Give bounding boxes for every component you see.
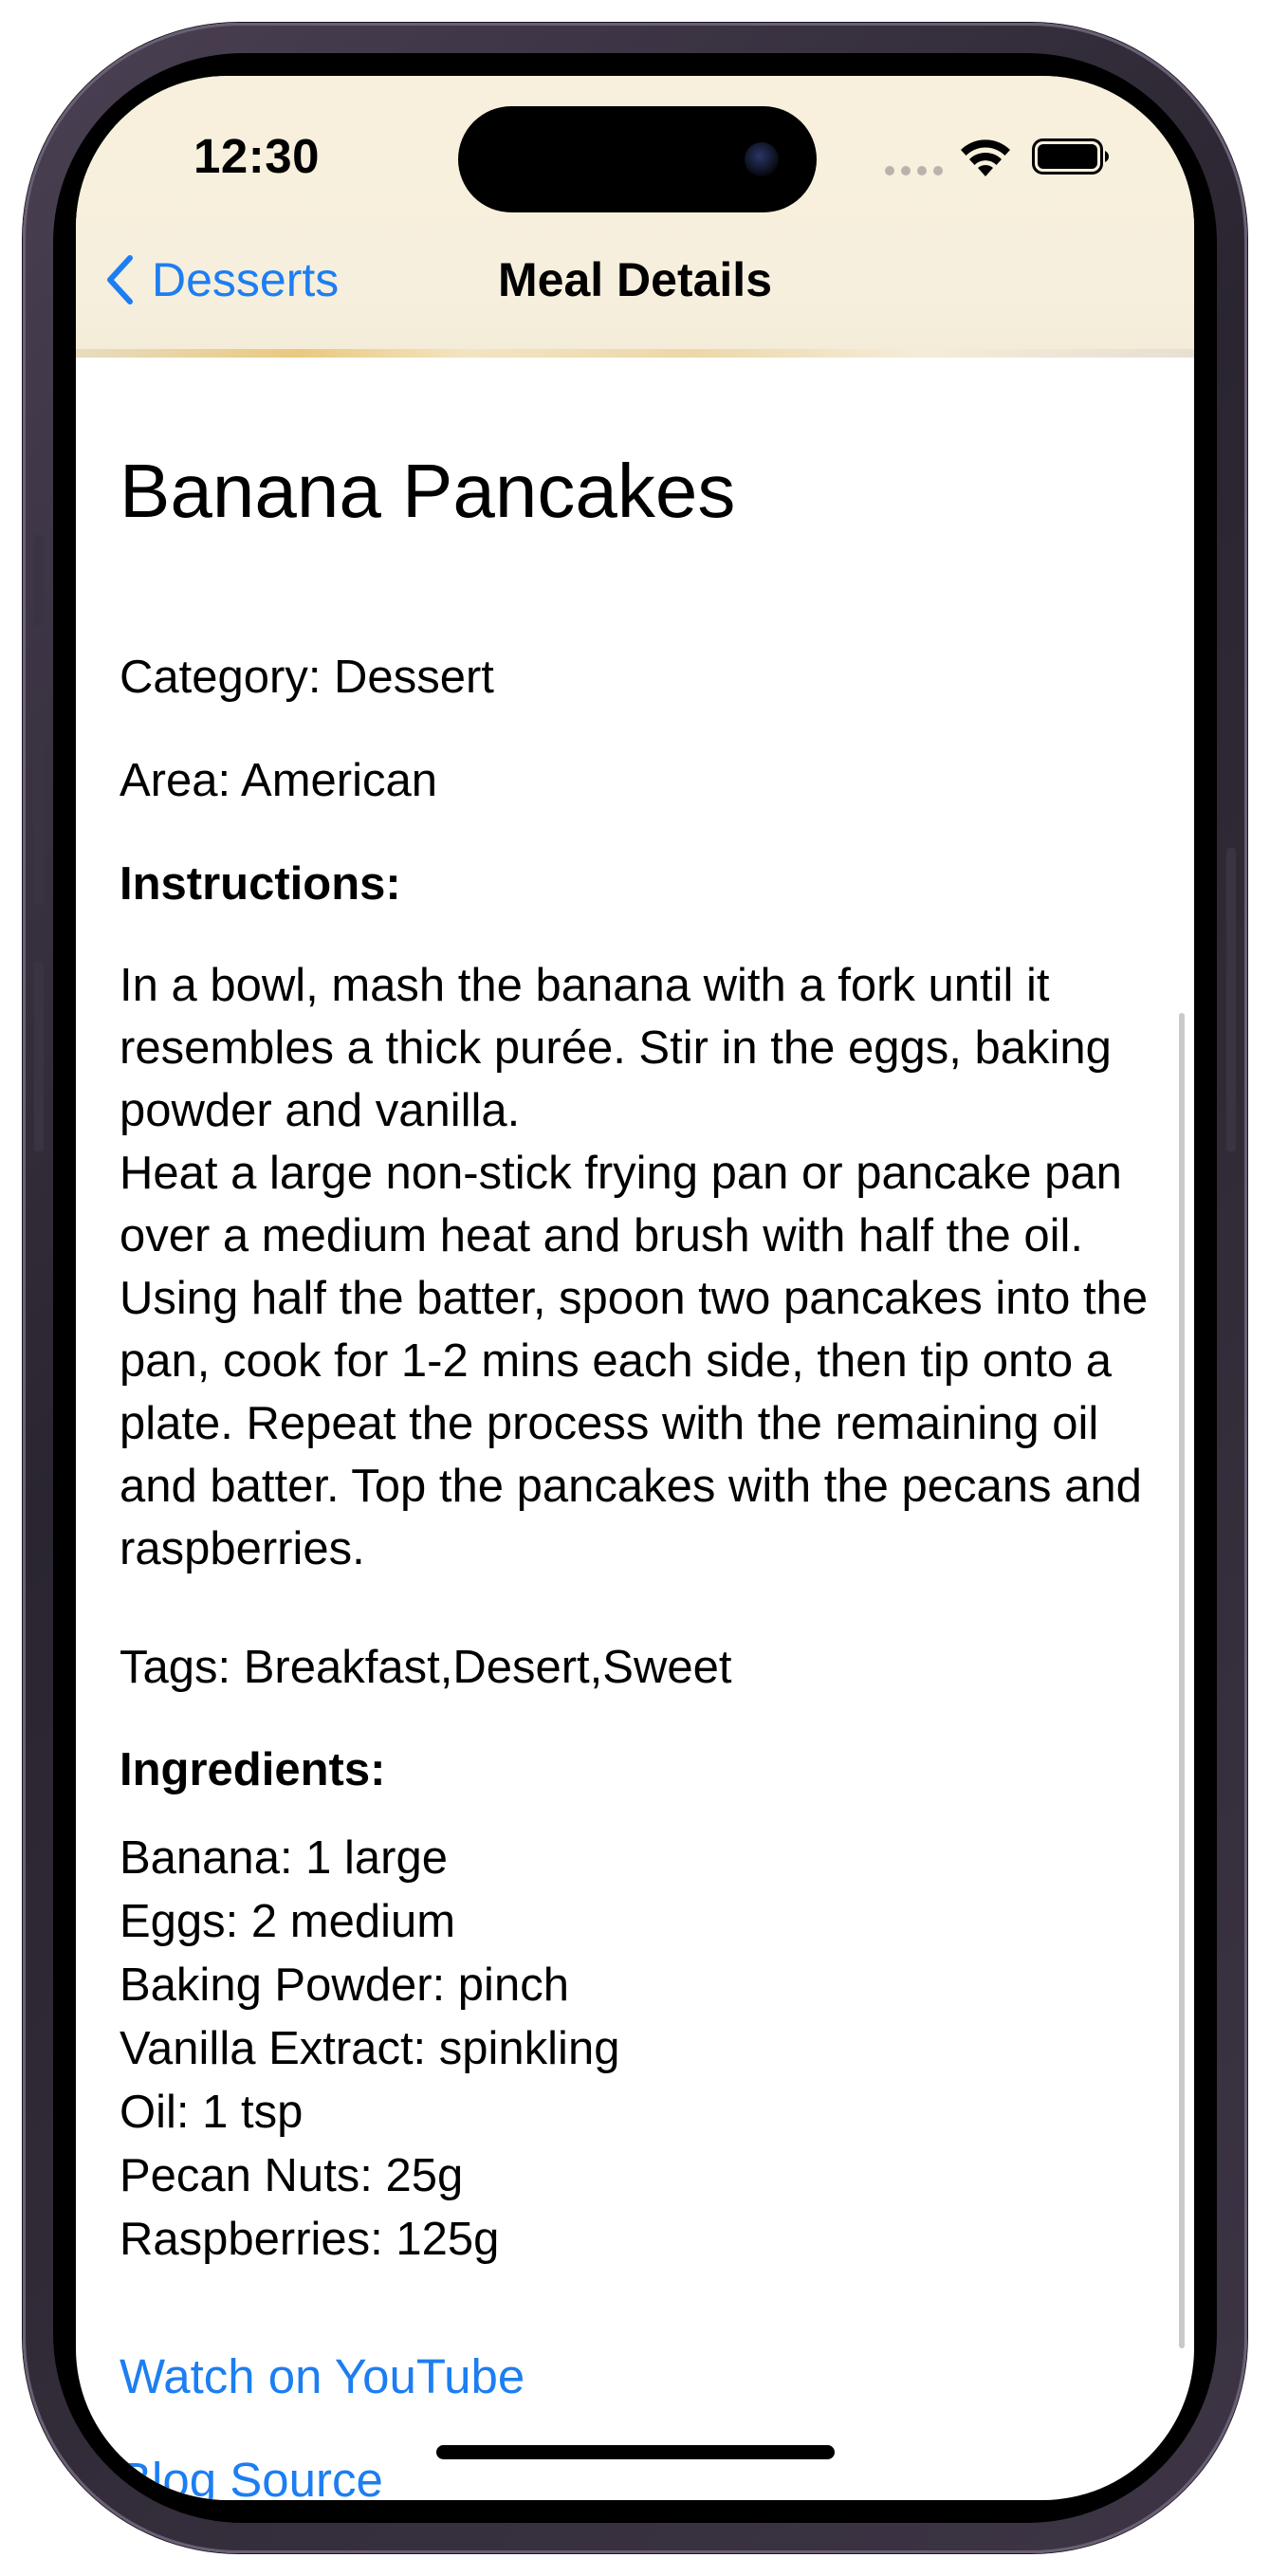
blog-source-link[interactable]: Blog Source [120,2452,383,2500]
meal-image-edge [76,349,1194,358]
meal-category: Category: Dessert [120,652,494,703]
front-camera-icon [745,142,779,176]
ingredient-item: Banana: 1 large [120,1832,448,1884]
ingredient-item: Oil: 1 tsp [120,2087,304,2138]
power-button [1226,848,1236,1151]
ingredients-heading: Ingredients: [120,1744,386,1795]
volume-down-button [34,962,44,1151]
meal-title: Banana Pancakes [120,449,736,533]
home-indicator[interactable] [436,2445,835,2459]
volume-up-button [34,715,44,905]
chevron-left-icon [107,255,133,304]
battery-icon [1032,138,1109,175]
instructions-heading: Instructions: [120,858,401,910]
instructions-text: In a bowl, mash the banana with a fork u… [120,960,1149,1574]
meal-area: Area: American [120,755,437,806]
ingredient-item: Eggs: 2 medium [120,1896,456,1947]
ingredient-item: Raspberries: 125g [120,2214,500,2265]
meal-tags: Tags: Breakfast,Desert,Sweet [120,1642,732,1693]
ingredient-item: Vanilla Extract: spinkling [120,2023,620,2074]
ingredient-item: Baking Powder: pinch [120,1960,569,2011]
back-button-label: Desserts [152,253,340,306]
wifi-icon [961,139,1010,176]
navigation-header: 12:30 Meal Details Desserts [76,76,1194,358]
watch-on-youtube-link[interactable]: Watch on YouTube [120,2348,525,2404]
screen: 12:30 Meal Details Desserts Banana Panca… [76,76,1194,2500]
back-button[interactable]: Desserts [97,247,339,313]
scroll-indicator[interactable] [1179,1013,1185,2348]
dynamic-island [458,106,817,212]
action-button [34,535,44,626]
ingredients-list: Banana: 1 large Eggs: 2 medium Baking Po… [120,1827,1153,2272]
status-time: 12:30 [193,129,320,183]
ingredient-item: Pecan Nuts: 25g [120,2150,464,2201]
cellular-signal-icon [885,166,944,177]
